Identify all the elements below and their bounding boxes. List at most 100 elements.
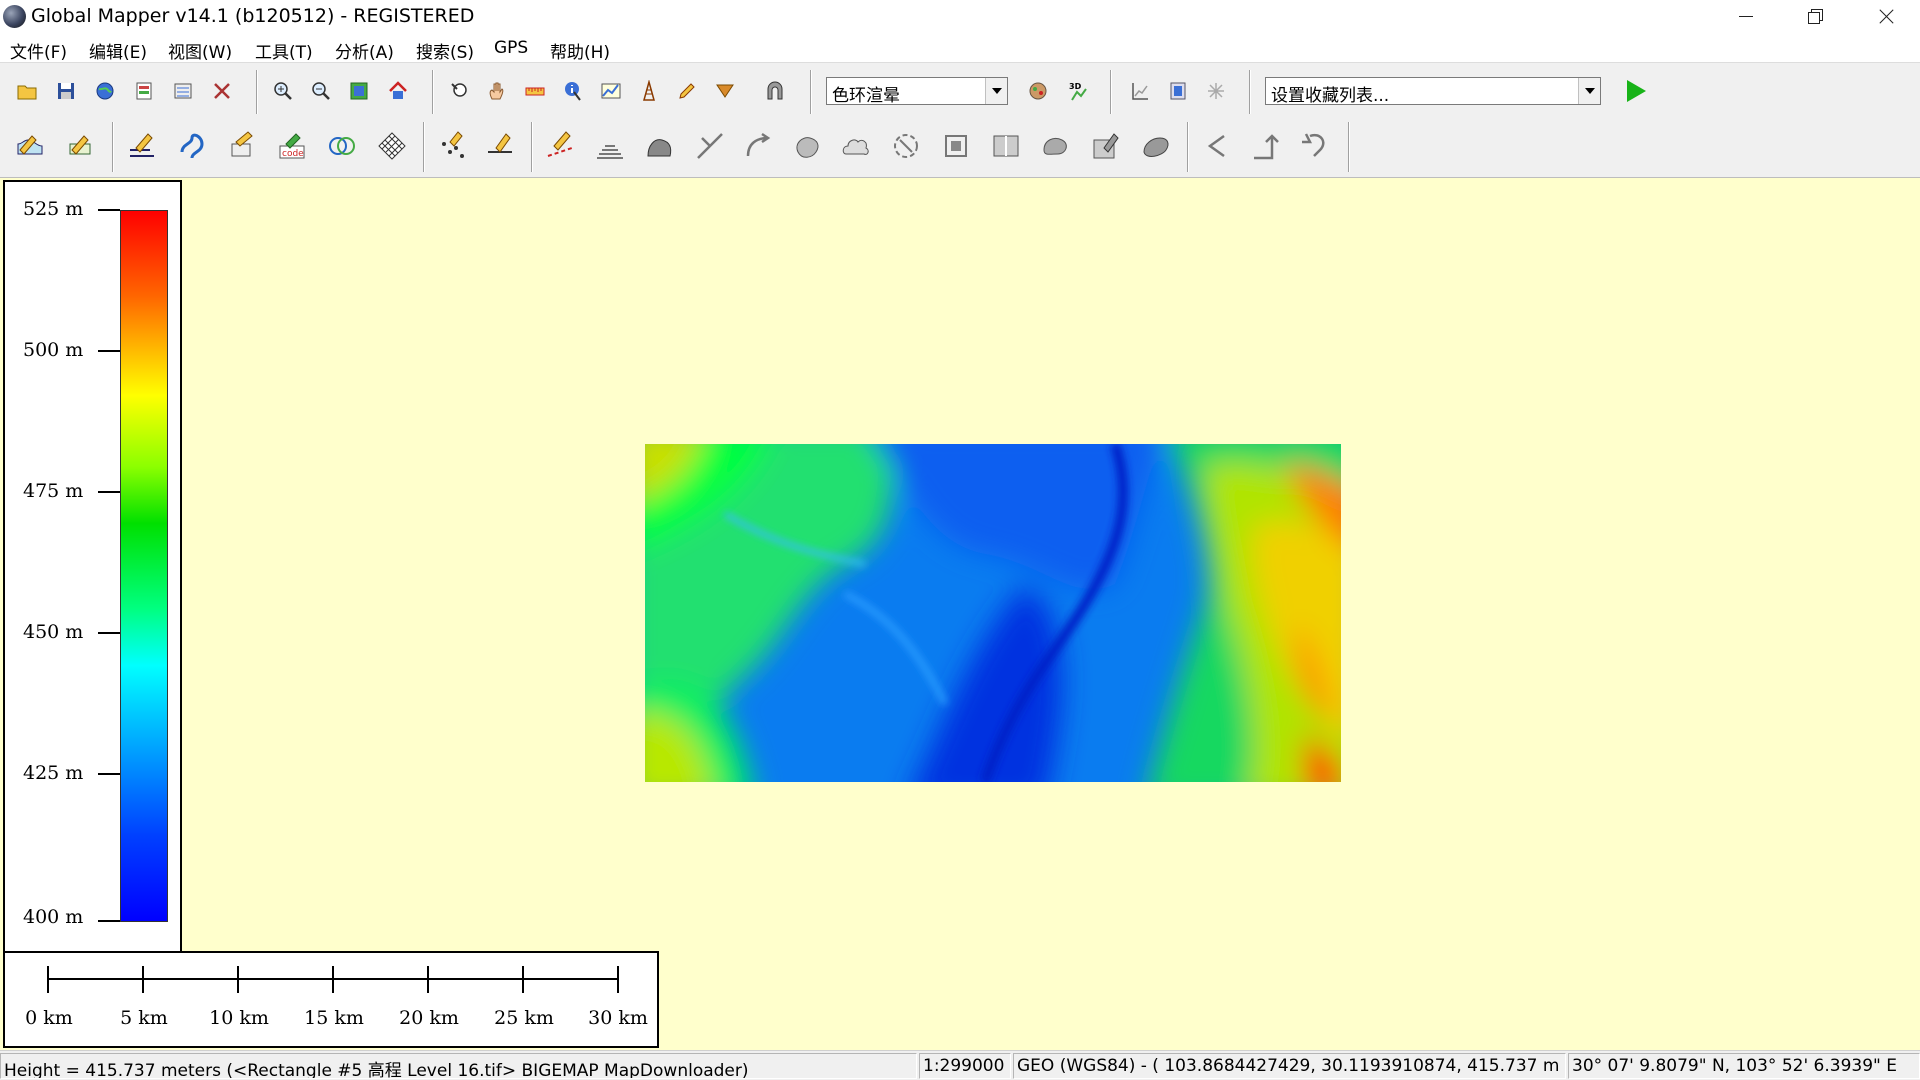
legend-label-475: 475 m [23, 480, 84, 502]
menu-search[interactable]: 搜索(S) [414, 38, 476, 63]
scale-tick [332, 966, 334, 993]
menu-tools[interactable]: 工具(T) [253, 38, 315, 63]
split-area-icon[interactable] [984, 124, 1028, 168]
toolbar-separator [531, 122, 533, 172]
open-folder-icon[interactable] [10, 74, 44, 108]
restore-button[interactable] [1780, 0, 1850, 34]
scale-tick [47, 966, 49, 993]
zoom-in-icon[interactable] [266, 74, 300, 108]
legend-label-525: 525 m [23, 198, 84, 220]
favorites-select[interactable]: 设置收藏列表... [1265, 77, 1601, 106]
legend-tick [98, 350, 120, 352]
svg-text:3D: 3D [1069, 82, 1082, 91]
scale-label-0: 0 km [25, 1007, 73, 1029]
save-icon[interactable] [49, 74, 83, 108]
merge-area-icon[interactable] [1034, 124, 1078, 168]
globe-icon [3, 5, 26, 28]
menu-view[interactable]: 视图(W) [166, 38, 234, 63]
menu-bar: 文件(F) 编辑(E) 视图(W) 工具(T) 分析(A) 搜索(S) GPS … [0, 34, 1920, 63]
contour-lines-icon[interactable] [588, 124, 632, 168]
pan-hand-icon[interactable] [480, 74, 514, 108]
grid-area-icon[interactable] [370, 124, 414, 168]
close-button[interactable] [1850, 0, 1920, 34]
play-icon[interactable] [1618, 74, 1652, 108]
toolbar-separator [1348, 122, 1350, 172]
feature-info-icon[interactable] [556, 74, 590, 108]
menu-file[interactable]: 文件(F) [8, 38, 69, 63]
chevron-down-icon[interactable] [985, 78, 1007, 104]
print-map-icon[interactable] [1161, 74, 1195, 108]
split-line-icon[interactable] [478, 124, 522, 168]
overlay-control-icon[interactable] [166, 74, 200, 108]
terrain-profile-icon[interactable] [1123, 74, 1157, 108]
edit-area-icon[interactable] [1084, 124, 1128, 168]
toolbar-separator [1249, 70, 1251, 114]
scale-label-20: 20 km [399, 1007, 459, 1029]
smooth-area-icon[interactable] [1134, 124, 1178, 168]
layers-icon[interactable] [127, 74, 161, 108]
toolbar-separator [423, 122, 425, 172]
legend-label-400: 400 m [23, 906, 84, 928]
toolbar-separator [432, 70, 434, 114]
digitizer-icon[interactable] [670, 74, 704, 108]
dashed-line-icon[interactable] [538, 124, 582, 168]
tower-icon[interactable] [632, 74, 666, 108]
legend-tick [98, 491, 120, 493]
3d-path-icon[interactable] [758, 74, 792, 108]
edit-vertices-icon[interactable] [120, 124, 164, 168]
rotate-left-icon[interactable] [1194, 124, 1238, 168]
filter-icon[interactable] [708, 74, 742, 108]
blob-area-icon[interactable] [786, 124, 830, 168]
menu-help[interactable]: 帮助(H) [548, 38, 612, 63]
shader-select[interactable]: 色环渲晕 [826, 77, 1008, 106]
scale-tick [427, 966, 429, 993]
home-icon[interactable] [381, 74, 415, 108]
chevron-down-icon[interactable] [1578, 78, 1600, 104]
create-line-icon[interactable] [58, 124, 102, 168]
zoom-out-icon[interactable] [304, 74, 338, 108]
curve-arrow-icon[interactable] [736, 124, 780, 168]
scale-tick [142, 966, 144, 993]
toolbars: 色环渲晕 3D 设置收藏列表... code [0, 62, 1920, 178]
corner-up-icon[interactable] [1244, 124, 1288, 168]
path-profile-icon[interactable] [594, 74, 628, 108]
create-area-icon[interactable] [8, 124, 52, 168]
config-tools-icon[interactable] [205, 74, 239, 108]
menu-gps[interactable]: GPS [492, 38, 530, 58]
toolbar-separator [1110, 70, 1112, 114]
title-bar: Global Mapper v14.1 (b120512) - REGISTER… [0, 0, 1920, 34]
map-view[interactable]: 525 m 500 m 475 m 450 m 425 m 400 m 0 km… [0, 178, 1920, 1050]
cloud-area-icon[interactable] [834, 124, 878, 168]
undo-icon[interactable] [1294, 124, 1338, 168]
globe-icon[interactable] [88, 74, 122, 108]
fork-line-icon[interactable] [688, 124, 732, 168]
attribute-code-icon[interactable]: code [270, 124, 314, 168]
scale-label-30: 30 km [588, 1007, 648, 1029]
reshape-feature-icon[interactable] [170, 124, 214, 168]
elevation-raster[interactable] [645, 444, 1341, 782]
scatter-points-icon[interactable] [430, 124, 474, 168]
3d-view-icon[interactable]: 3D [1062, 74, 1096, 108]
legend-label-425: 425 m [23, 762, 84, 784]
toolbar-separator [810, 70, 812, 114]
buffer-icon[interactable] [934, 124, 978, 168]
shader-options-icon[interactable] [1021, 74, 1055, 108]
area-shape-icon[interactable] [638, 124, 682, 168]
crop-area-icon[interactable] [884, 124, 928, 168]
zoom-tool-icon[interactable] [442, 74, 476, 108]
menu-edit[interactable]: 编辑(E) [87, 38, 149, 63]
toolbar-separator [256, 70, 258, 114]
menu-analysis[interactable]: 分析(A) [333, 38, 396, 63]
legend-label-450: 450 m [23, 621, 84, 643]
legend-label-500: 500 m [23, 339, 84, 361]
favorites-select-value: 设置收藏列表... [1271, 86, 1390, 106]
minimize-button[interactable] [1710, 0, 1780, 34]
status-bar: Height = 415.737 meters (<Rectangle #5 高… [0, 1050, 1920, 1080]
move-feature-icon[interactable] [220, 124, 264, 168]
scale-tick [237, 966, 239, 993]
full-view-icon[interactable] [342, 74, 376, 108]
combine-shapes-icon[interactable] [320, 124, 364, 168]
measure-ruler-icon[interactable] [518, 74, 552, 108]
grid-points-icon[interactable] [1199, 74, 1233, 108]
scale-label-10: 10 km [209, 1007, 269, 1029]
